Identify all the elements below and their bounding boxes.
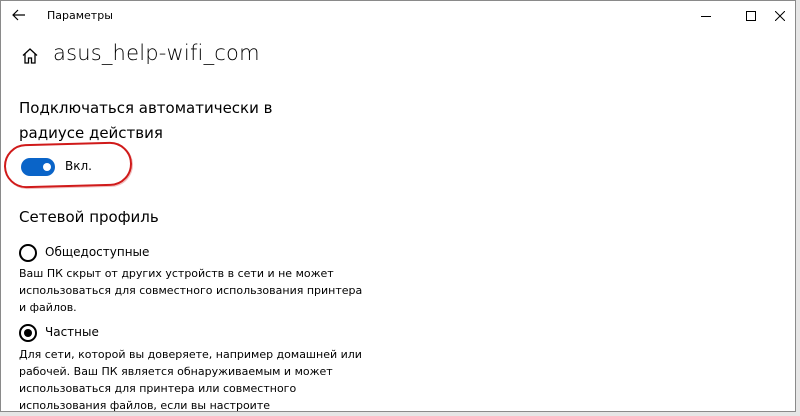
settings-window: Параметры asus_help-wifi_com Подключатьс… (0, 0, 796, 412)
close-button[interactable] (773, 1, 795, 31)
auto-connect-toggle[interactable]: Вкл. (21, 157, 131, 179)
maximize-icon (746, 11, 756, 21)
toggle-knob (43, 163, 51, 171)
radio-selected-dot (24, 329, 32, 337)
private-description: Для сети, которой вы доверяете, например… (19, 348, 362, 412)
window-title: Параметры (47, 9, 113, 22)
page-title: asus_help-wifi_com (53, 41, 260, 65)
arrow-left-icon (12, 9, 25, 21)
radio-private-label: Частные (45, 325, 99, 339)
radio-public-label: Общедоступные (45, 245, 150, 259)
maximize-button[interactable] (728, 1, 774, 31)
radio-private-circle[interactable] (19, 324, 37, 342)
auto-connect-heading: Подключаться автоматически в радиусе дей… (19, 99, 273, 142)
home-icon[interactable] (21, 47, 41, 67)
public-description: Ваш ПК скрыт от других устройств в сети … (19, 267, 363, 314)
toggle-switch[interactable] (21, 158, 55, 176)
back-button[interactable] (5, 3, 33, 29)
toggle-state-label: Вкл. (65, 159, 92, 173)
radio-public-circle[interactable] (19, 244, 37, 262)
radio-private[interactable]: Частные (19, 323, 319, 343)
title-bar: Параметры (1, 1, 795, 32)
radio-public[interactable]: Общедоступные (19, 243, 319, 263)
close-icon (775, 11, 785, 21)
network-profile-heading: Сетевой профиль (19, 208, 159, 226)
minimize-icon (701, 16, 711, 17)
minimize-button[interactable] (683, 1, 729, 31)
